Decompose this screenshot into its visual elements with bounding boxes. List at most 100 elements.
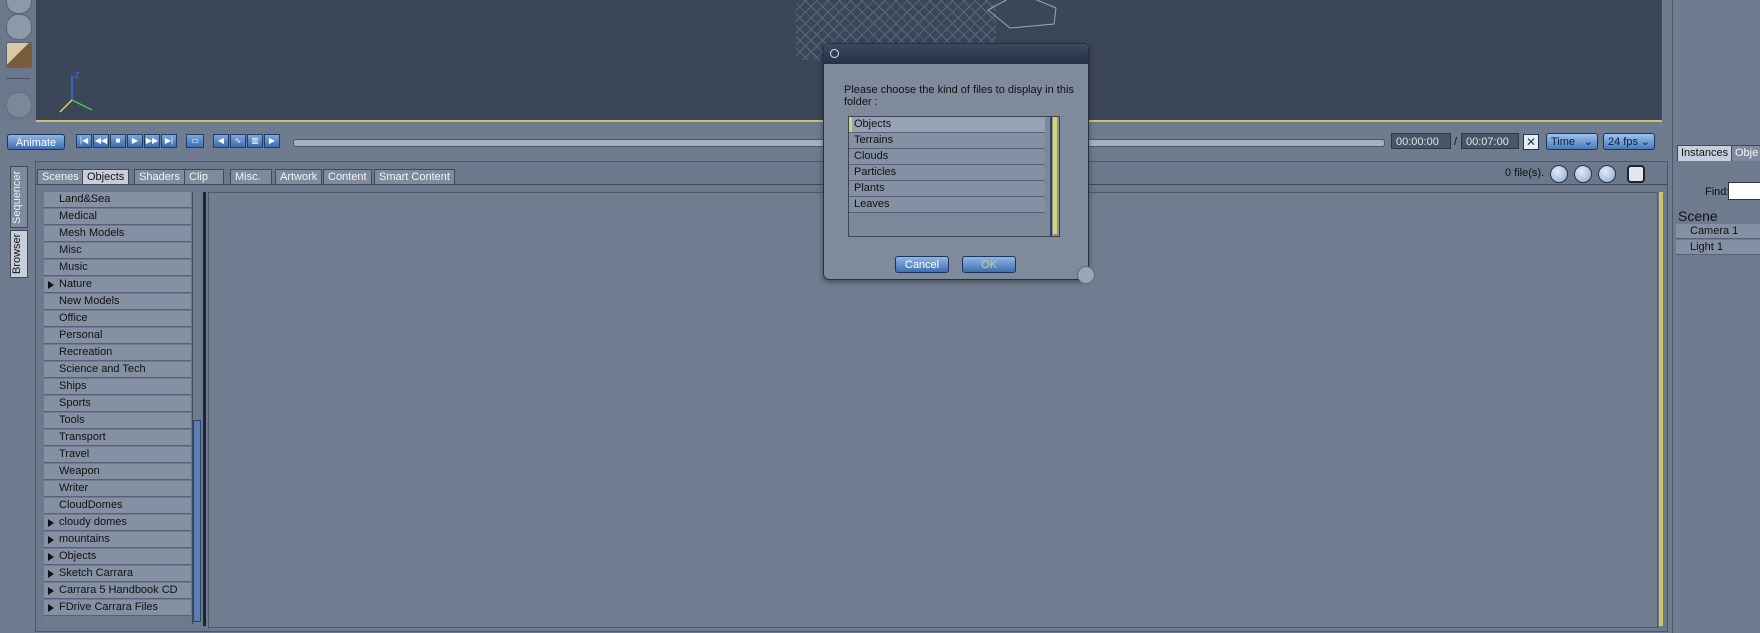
tab-scenes[interactable]: Scenes [37,169,84,185]
rotate-tool-icon[interactable] [6,14,32,40]
tab-content[interactable]: Content [323,169,372,185]
chevron-down-icon: ⌄ [1640,136,1650,148]
tab-sequencer[interactable]: Sequencer [10,166,28,228]
tab-objects[interactable]: Objects [82,169,130,185]
folder-item-label: CloudDomes [59,499,123,511]
folder-item[interactable]: Office [44,311,191,327]
scene-label: Scene [1678,208,1718,224]
tab-instances[interactable]: Instances [1677,145,1733,161]
folder-item[interactable]: FDrive Carrara Files [44,600,191,616]
tab-shaders[interactable]: Shaders [134,169,185,185]
expand-arrow-icon[interactable] [48,519,54,527]
camera-tool-icon[interactable] [6,92,32,118]
folder-item-label: Objects [59,550,97,562]
tab-objects-panel[interactable]: Obje [1731,145,1760,161]
folder-item[interactable]: Music [44,260,191,276]
folder-item[interactable]: Nature [44,277,191,293]
sphere-tool-icon[interactable] [6,0,32,14]
loop-icon[interactable]: ▭ [186,134,204,148]
folder-item-label: Travel [59,448,90,460]
play-icon[interactable]: ▶ [127,134,143,148]
ok-button[interactable]: OK [962,256,1016,273]
tool-strip [0,0,37,120]
file-kind-scrollbar[interactable] [1051,116,1060,237]
file-kind-scroll-thumb[interactable] [1053,117,1057,234]
time-mode-select[interactable]: Time ⌄ [1546,133,1598,150]
pane-divider[interactable] [203,192,206,626]
tab-browser[interactable]: Browser [10,230,28,278]
fps-select[interactable]: 24 fps ⌄ [1603,133,1655,150]
last-frame-icon[interactable]: ▶| [161,134,177,148]
first-frame-icon[interactable]: |◀ [76,134,92,148]
file-kind-option[interactable]: Leaves [849,197,1045,213]
scene-item-camera[interactable]: Camera 1 [1676,224,1760,239]
folder-item[interactable]: Personal [44,328,191,344]
animate-button[interactable]: Animate [7,134,65,150]
folder-item-label: mountains [59,533,110,545]
folder-scroll-thumb[interactable] [193,420,201,622]
folder-item[interactable]: Objects [44,549,191,565]
folder-item[interactable]: Tools [44,413,191,429]
tool-divider [6,78,30,79]
cancel-button[interactable]: Cancel [895,256,949,273]
end-time-field[interactable]: 00:07:00 [1461,133,1519,149]
current-time-field[interactable]: 00:00:00 [1391,133,1451,149]
file-kind-option[interactable]: Plants [849,181,1045,197]
folder-item[interactable]: Carrara 5 Handbook CD [44,583,191,599]
folder-item[interactable]: Writer [44,481,191,497]
scene-item-light[interactable]: Light 1 [1676,240,1760,255]
prev-key-icon[interactable]: ◀ [213,134,229,148]
rewind-icon[interactable]: ◀◀ [93,134,109,148]
tween-icon[interactable]: ∿ [230,134,246,148]
viewport-edge [1662,0,1672,130]
folder-item[interactable]: New Models [44,294,191,310]
folder-item[interactable]: Sports [44,396,191,412]
panel-options-icon[interactable] [1627,165,1645,183]
tab-smart-content[interactable]: Smart Content [374,169,455,185]
file-kind-option[interactable]: Particles [849,165,1045,181]
resize-grip-icon[interactable] [1077,266,1095,284]
tab-misc[interactable]: Misc. [230,169,272,185]
dialog-titlebar[interactable] [824,44,1088,64]
cube-tool-icon[interactable] [6,42,32,68]
tab-artwork[interactable]: Artwork [275,169,323,185]
delete-key-icon[interactable]: ▥ [247,134,263,148]
folder-item[interactable]: Transport [44,430,191,446]
folder-item[interactable]: mountains [44,532,191,548]
fast-forward-icon[interactable]: ▶▶ [144,134,160,148]
expand-arrow-icon[interactable] [48,281,54,289]
folder-item[interactable]: cloudy domes [44,515,191,531]
folder-item[interactable]: Science and Tech [44,362,191,378]
folder-item[interactable]: Sketch Carrara [44,566,191,582]
folder-item[interactable]: Mesh Models [44,226,191,242]
folder-item[interactable]: Medical [44,209,191,225]
next-key-icon[interactable]: ▶ [264,134,280,148]
expand-arrow-icon[interactable] [48,587,54,595]
no-sync-icon[interactable]: ✕ [1523,134,1539,150]
view-mode-2-icon[interactable] [1574,165,1592,183]
find-input[interactable] [1728,182,1760,200]
expand-arrow-icon[interactable] [48,604,54,612]
close-icon[interactable] [830,49,839,58]
folder-item[interactable]: Ships [44,379,191,395]
view-mode-1-icon[interactable] [1550,165,1568,183]
folder-item[interactable]: Land&Sea [44,192,191,208]
folder-item[interactable]: Travel [44,447,191,463]
file-kind-option[interactable]: Clouds [849,149,1045,165]
folder-item-label: Weapon [59,465,100,477]
folder-scrollbar[interactable] [192,192,201,624]
file-kind-option[interactable]: Terrains [849,133,1045,149]
folder-item[interactable]: CloudDomes [44,498,191,514]
file-kind-option[interactable]: Objects [849,117,1045,133]
tab-clip[interactable]: Clip [184,169,224,185]
view-mode-3-icon[interactable] [1598,165,1616,183]
folder-item[interactable]: Recreation [44,345,191,361]
folder-item-label: Sketch Carrara [59,567,133,579]
expand-arrow-icon[interactable] [48,553,54,561]
expand-arrow-icon[interactable] [48,570,54,578]
folder-item[interactable]: Misc [44,243,191,259]
file-area-scrollbar[interactable] [1659,192,1663,626]
expand-arrow-icon[interactable] [48,536,54,544]
folder-item[interactable]: Weapon [44,464,191,480]
stop-icon[interactable]: ■ [110,134,126,148]
